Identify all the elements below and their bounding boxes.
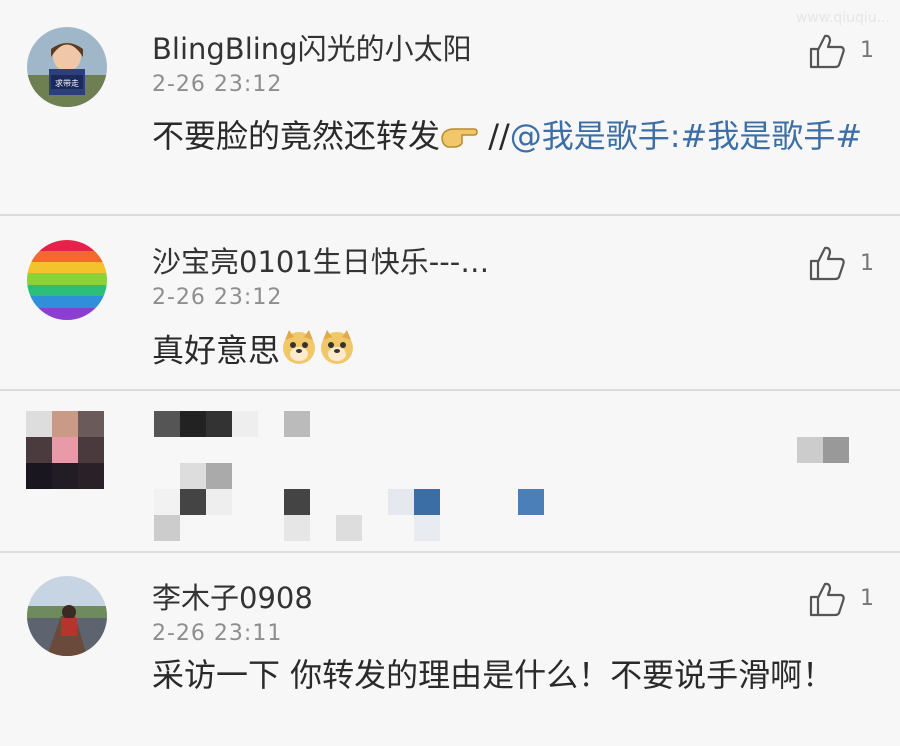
comment-text: 采访一下 你转发的理由是什么！不要说手滑啊！ [152,656,835,694]
name-pixelated [154,411,314,441]
pointing-hand-emoji [440,117,478,160]
comment-item: 沙宝亮0101生日快乐---… 2-26 23:12 真好意思 1 [0,216,900,391]
like-count: 1 [860,586,874,611]
thumbs-up-icon [809,34,845,69]
avatar[interactable] [27,240,107,320]
doge-emoji [280,328,318,377]
comment-time: 2-26 23:12 [152,72,283,97]
like-count: 1 [860,251,874,276]
commenter-name[interactable]: 沙宝亮0101生日快乐---… [152,239,489,281]
avatar-pixelated [26,411,104,493]
comment-text: 不要脸的竟然还转发 //@我是歌手:#我是歌手# [152,115,872,160]
like-pixelated [797,437,849,467]
like-button[interactable] [808,580,846,618]
avatar[interactable]: 求带走 [27,27,107,107]
doge-emoji [318,328,356,377]
comment-item: 求带走 BlingBling闪光的小太阳 2-26 23:12 不要脸的竟然还转… [0,0,900,216]
comment-time: 2-26 23:11 [152,621,283,646]
comment-time: 2-26 23:12 [152,285,283,310]
mention-link[interactable]: @我是歌手 [510,117,670,155]
like-button[interactable] [808,244,846,282]
text-pixelated [154,463,574,547]
comment-text: 真好意思 [152,328,872,377]
avatar[interactable] [27,576,107,656]
comment-item: 李木子0908 2-26 23:11 采访一下 你转发的理由是什么！不要说手滑啊… [0,553,900,746]
commenter-name[interactable]: 李木子0908 [152,575,313,617]
comment-body: 不要脸的竟然还转发 [152,117,441,155]
comment-body: 真好意思 [152,331,281,370]
commenter-name[interactable]: BlingBling闪光的小太阳 [152,26,472,68]
like-count: 1 [860,38,874,63]
mention-prefix: // [488,117,510,155]
thumbs-up-icon [809,582,845,617]
hashtag-link[interactable]: :#我是歌手# [670,117,862,155]
thumbs-up-icon [809,246,845,281]
like-button[interactable] [808,32,846,70]
comment-item-redacted [0,391,900,553]
avatar-sign-text: 求带走 [55,78,79,88]
